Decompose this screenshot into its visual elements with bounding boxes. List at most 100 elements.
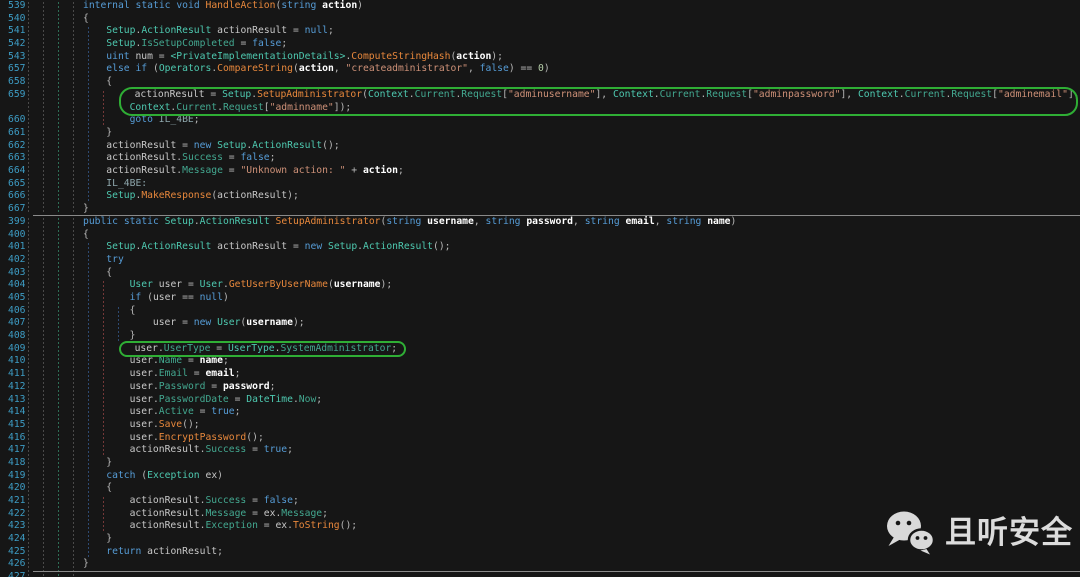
code-token: = xyxy=(234,38,253,50)
code-line[interactable]: 406 { xyxy=(0,305,1080,318)
line-number: 406 xyxy=(8,304,26,316)
code-token: ; xyxy=(269,380,276,392)
code-line[interactable]: 407 user = new User(username); xyxy=(0,317,1080,330)
code-token: else if xyxy=(106,63,153,75)
code-token: string xyxy=(281,0,323,11)
code-text: actionResult.Message = ex.Message; xyxy=(130,508,328,521)
line-number: 417 xyxy=(8,444,26,456)
code-line[interactable]: 541 Setup.ActionResult actionResult = nul… xyxy=(0,25,1080,38)
line-number: 400 xyxy=(8,228,26,240)
code-line[interactable]: 414 user.Active = true; xyxy=(0,406,1080,419)
code-token: , xyxy=(467,63,480,75)
code-token: Current xyxy=(414,88,456,100)
code-token: } xyxy=(83,558,89,570)
code-line[interactable]: 399 public static Setup.ActionResult Setu… xyxy=(0,216,1080,229)
code-token: == xyxy=(176,292,200,304)
code-text: user.UserType = UserType.SystemAdministr… xyxy=(135,343,398,356)
code-token: actionResult xyxy=(147,545,218,557)
code-token: = xyxy=(246,507,264,519)
code-token: ; xyxy=(234,368,241,380)
code-line[interactable]: 404 User user = User.GetUserByUserName(us… xyxy=(0,279,1080,292)
code-token: ); xyxy=(292,317,305,329)
code-text: { xyxy=(83,229,89,242)
code-line[interactable]: 421 actionResult.Success = false; xyxy=(0,495,1080,508)
line-number: 659 xyxy=(8,88,26,100)
code-line[interactable]: 657 else if (Operators.CompareString(acti… xyxy=(0,63,1080,76)
code-text: { xyxy=(106,76,112,89)
code-line[interactable]: 411 user.Email = email; xyxy=(0,368,1080,381)
code-line[interactable]: 427 xyxy=(0,571,1080,577)
code-token: "Unknown action: " xyxy=(240,164,346,176)
code-line[interactable]: 400 { xyxy=(0,229,1080,242)
code-line[interactable]: 543 uint num = <PrivateImplementationDeta… xyxy=(0,51,1080,64)
code-line[interactable]: 660 goto IL_4BE; xyxy=(0,114,1080,127)
code-line[interactable]: 401 Setup.ActionResult actionResult = new… xyxy=(0,241,1080,254)
code-line[interactable]: 416 user.EncryptPassword(); xyxy=(0,432,1080,445)
line-number: 539 xyxy=(8,0,26,11)
code-line[interactable]: 542 Setup.IsSetupCompleted = false; xyxy=(0,38,1080,51)
code-line[interactable]: 409 user.UserType = UserType.SystemAdmini… xyxy=(0,343,1080,356)
code-line[interactable]: 662 actionResult = new Setup.ActionResult… xyxy=(0,140,1080,153)
code-line[interactable]: 661} xyxy=(0,127,1080,140)
code-token: = xyxy=(287,25,305,37)
line-number: 403 xyxy=(8,266,26,278)
code-line[interactable]: 402 try xyxy=(0,254,1080,267)
code-token: ToString xyxy=(292,520,340,532)
code-line[interactable]: 663 actionResult.Success = false; xyxy=(0,152,1080,165)
code-text: if (user == null) xyxy=(130,292,229,305)
code-token: user xyxy=(158,279,183,291)
code-token: Exception xyxy=(205,520,258,532)
code-token: = xyxy=(176,139,194,151)
code-line[interactable]: 419 catch (Exception ex) xyxy=(0,470,1080,483)
code-token: action xyxy=(456,50,492,62)
code-token: User xyxy=(217,317,241,329)
code-line[interactable]: 413 user.PasswordDate = DateTime.Now; xyxy=(0,394,1080,407)
code-token: ; xyxy=(269,152,276,164)
code-line[interactable]: 418} xyxy=(0,457,1080,470)
code-token: SystemAdministrator xyxy=(280,342,392,354)
code-token: ActionResult xyxy=(363,241,434,253)
code-token: + xyxy=(345,164,363,176)
code-line[interactable]: 659 actionResult = Setup.SetupAdministrat… xyxy=(0,89,1080,102)
code-token: HandleAction xyxy=(205,0,276,11)
code-token: IL_4BE xyxy=(158,114,194,126)
code-token: (); xyxy=(339,520,358,532)
line-number: 416 xyxy=(8,431,26,443)
code-line[interactable]: 412 user.Password = password; xyxy=(0,381,1080,394)
code-line[interactable]: 664 actionResult.Message = "Unknown actio… xyxy=(0,165,1080,178)
code-text: IL_4BE: xyxy=(106,178,147,191)
code-line[interactable]: 540 { xyxy=(0,13,1080,26)
code-line[interactable]: 666 Setup.MakeResponse(actionResult); xyxy=(0,190,1080,203)
code-line[interactable]: 420 { xyxy=(0,482,1080,495)
code-line[interactable]: 405 if (user == null) xyxy=(0,292,1080,305)
code-token: SetupAdministrator xyxy=(275,215,381,227)
code-editor[interactable]: 539 internal static void HandleAction(str… xyxy=(0,0,1080,577)
code-line[interactable]: 539 internal static void HandleAction(str… xyxy=(0,0,1080,13)
code-line[interactable]: 415 user.Save(); xyxy=(0,419,1080,432)
code-token: username xyxy=(333,279,381,291)
code-token: ); xyxy=(491,50,503,62)
code-line[interactable]: 417 actionResult.Success = true; xyxy=(0,444,1080,457)
code-token: ) xyxy=(543,63,550,75)
code-line[interactable]: 667} xyxy=(0,203,1080,216)
code-token: = xyxy=(287,241,305,253)
code-line[interactable]: 658 { xyxy=(0,76,1080,89)
code-token: "adminpassword" xyxy=(752,88,841,100)
code-line[interactable]: 403 { xyxy=(0,267,1080,280)
code-token: return xyxy=(106,545,148,557)
line-number: 404 xyxy=(8,279,26,291)
code-line[interactable]: Context.Current.Request["adminname"]); xyxy=(0,102,1080,115)
code-token: user xyxy=(129,380,153,392)
code-token: (); xyxy=(433,241,451,253)
code-token: public static xyxy=(83,215,165,227)
code-token: string xyxy=(485,215,527,227)
line-number: 409 xyxy=(8,342,26,354)
code-line[interactable]: 410 user.Name = name; xyxy=(0,355,1080,368)
code-token: user xyxy=(134,342,158,354)
code-line[interactable]: 665 IL_4BE: xyxy=(0,178,1080,191)
code-token: actionResult xyxy=(217,190,288,202)
code-line[interactable]: 408} xyxy=(0,330,1080,343)
code-line[interactable]: 426} xyxy=(0,558,1080,571)
code-token: Email xyxy=(158,368,188,380)
code-token: { xyxy=(83,228,89,240)
